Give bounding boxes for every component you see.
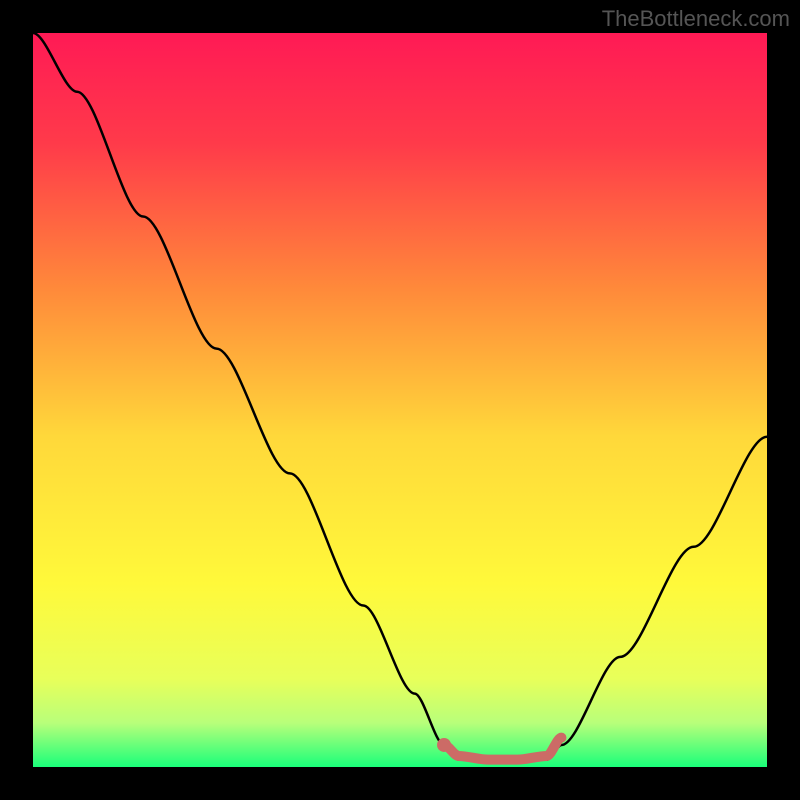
watermark-text: TheBottleneck.com — [602, 6, 790, 32]
plot-background — [33, 33, 767, 767]
bottleneck-chart — [0, 0, 800, 800]
chart-container: TheBottleneck.com — [0, 0, 800, 800]
highlight-dot — [437, 738, 451, 752]
